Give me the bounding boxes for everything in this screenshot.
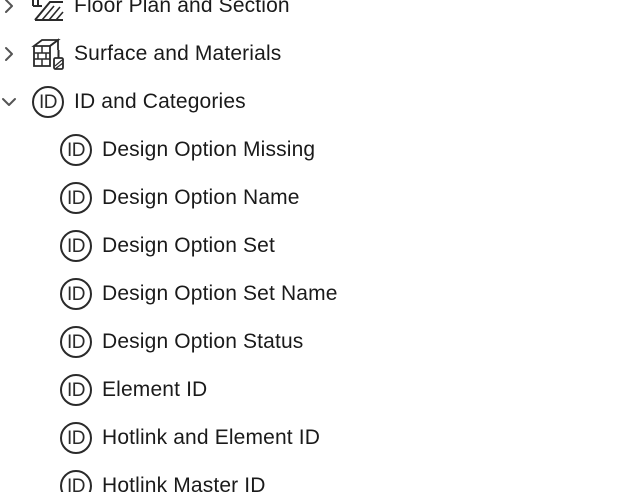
floor-plan-section-icon: [30, 0, 66, 24]
id-icon: ID: [58, 372, 94, 408]
tree-group-label: Surface and Materials: [74, 42, 282, 65]
tree-item-label: Hotlink Master ID: [102, 474, 266, 492]
id-icon: ID: [58, 132, 94, 168]
tree-item-design-option-set-name[interactable]: ID Design Option Set Name: [0, 274, 634, 314]
id-icon: ID: [58, 420, 94, 456]
tree-item-label: Design Option Status: [102, 330, 304, 353]
id-icon: ID: [30, 84, 66, 120]
tree-item-label: Design Option Set: [102, 234, 275, 257]
id-icon: ID: [58, 180, 94, 216]
chevron-down-icon[interactable]: [0, 82, 18, 122]
tree-group-id-and-categories[interactable]: ID ID and Categories: [0, 82, 634, 122]
tree-item-label: Hotlink and Element ID: [102, 426, 321, 449]
chevron-right-icon[interactable]: [0, 0, 18, 26]
tree-item-hotlink-and-element-id[interactable]: ID Hotlink and Element ID: [0, 418, 634, 458]
tree-item-design-option-missing[interactable]: ID Design Option Missing: [0, 130, 634, 170]
tree-item-label: Design Option Name: [102, 186, 300, 209]
id-icon: ID: [58, 276, 94, 312]
id-icon: ID: [58, 324, 94, 360]
tree-item-hotlink-master-id[interactable]: ID Hotlink Master ID: [0, 466, 634, 492]
tree-item-label: Design Option Missing: [102, 138, 316, 161]
tree-item-label: Design Option Set Name: [102, 282, 338, 305]
chevron-right-icon[interactable]: [0, 34, 18, 74]
tree-group-label: ID and Categories: [74, 90, 246, 113]
tree-item-design-option-name[interactable]: ID Design Option Name: [0, 178, 634, 218]
tree-group-surface-and-materials[interactable]: Surface and Materials: [0, 34, 634, 74]
tree-group-label: Floor Plan and Section: [74, 0, 290, 17]
tree-item-element-id[interactable]: ID Element ID: [0, 370, 634, 410]
id-icon: ID: [58, 468, 94, 492]
surface-materials-icon: [30, 36, 66, 72]
tree-item-design-option-set[interactable]: ID Design Option Set: [0, 226, 634, 266]
tree-group-floor-plan-and-section[interactable]: Floor Plan and Section: [0, 0, 634, 26]
id-icon: ID: [58, 228, 94, 264]
tree-item-label: Element ID: [102, 378, 208, 401]
tree-item-design-option-status[interactable]: ID Design Option Status: [0, 322, 634, 362]
property-tree: Floor Plan and Section Surface and Mater…: [0, 0, 634, 492]
